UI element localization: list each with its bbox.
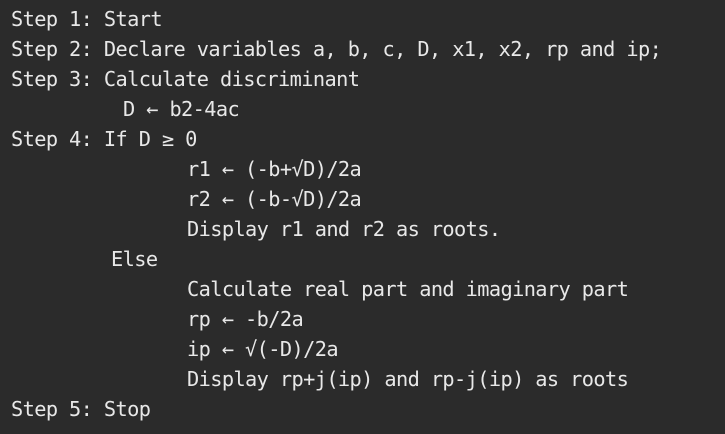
algorithm-line: Step 1: Start [11, 7, 163, 31]
algorithm-line: ip ← √(-D)/2a [187, 337, 339, 361]
algorithm-line: rp ← -b/2a [187, 307, 304, 331]
algorithm-line: Calculate real part and imaginary part [187, 277, 629, 301]
algorithm-line: Display r1 and r2 as roots. [187, 217, 501, 241]
algorithm-text-block: Step 1: Start Step 2: Declare variables … [0, 0, 725, 434]
algorithm-line: Step 5: Stop [11, 397, 151, 421]
algorithm-line: Display rp+j(ip) and rp-j(ip) as roots [187, 367, 629, 391]
algorithm-line: Step 2: Declare variables a, b, c, D, x1… [11, 37, 662, 61]
algorithm-line: Step 3: Calculate discriminant [11, 67, 360, 91]
algorithm-line: Step 4: If D ≥ 0 [11, 127, 197, 151]
algorithm-line: D ← b2-4ac [123, 97, 240, 121]
algorithm-line: Else [111, 247, 158, 271]
algorithm-line: r1 ← (-b+√D)/2a [187, 157, 362, 181]
algorithm-line: r2 ← (-b-√D)/2a [187, 187, 362, 211]
